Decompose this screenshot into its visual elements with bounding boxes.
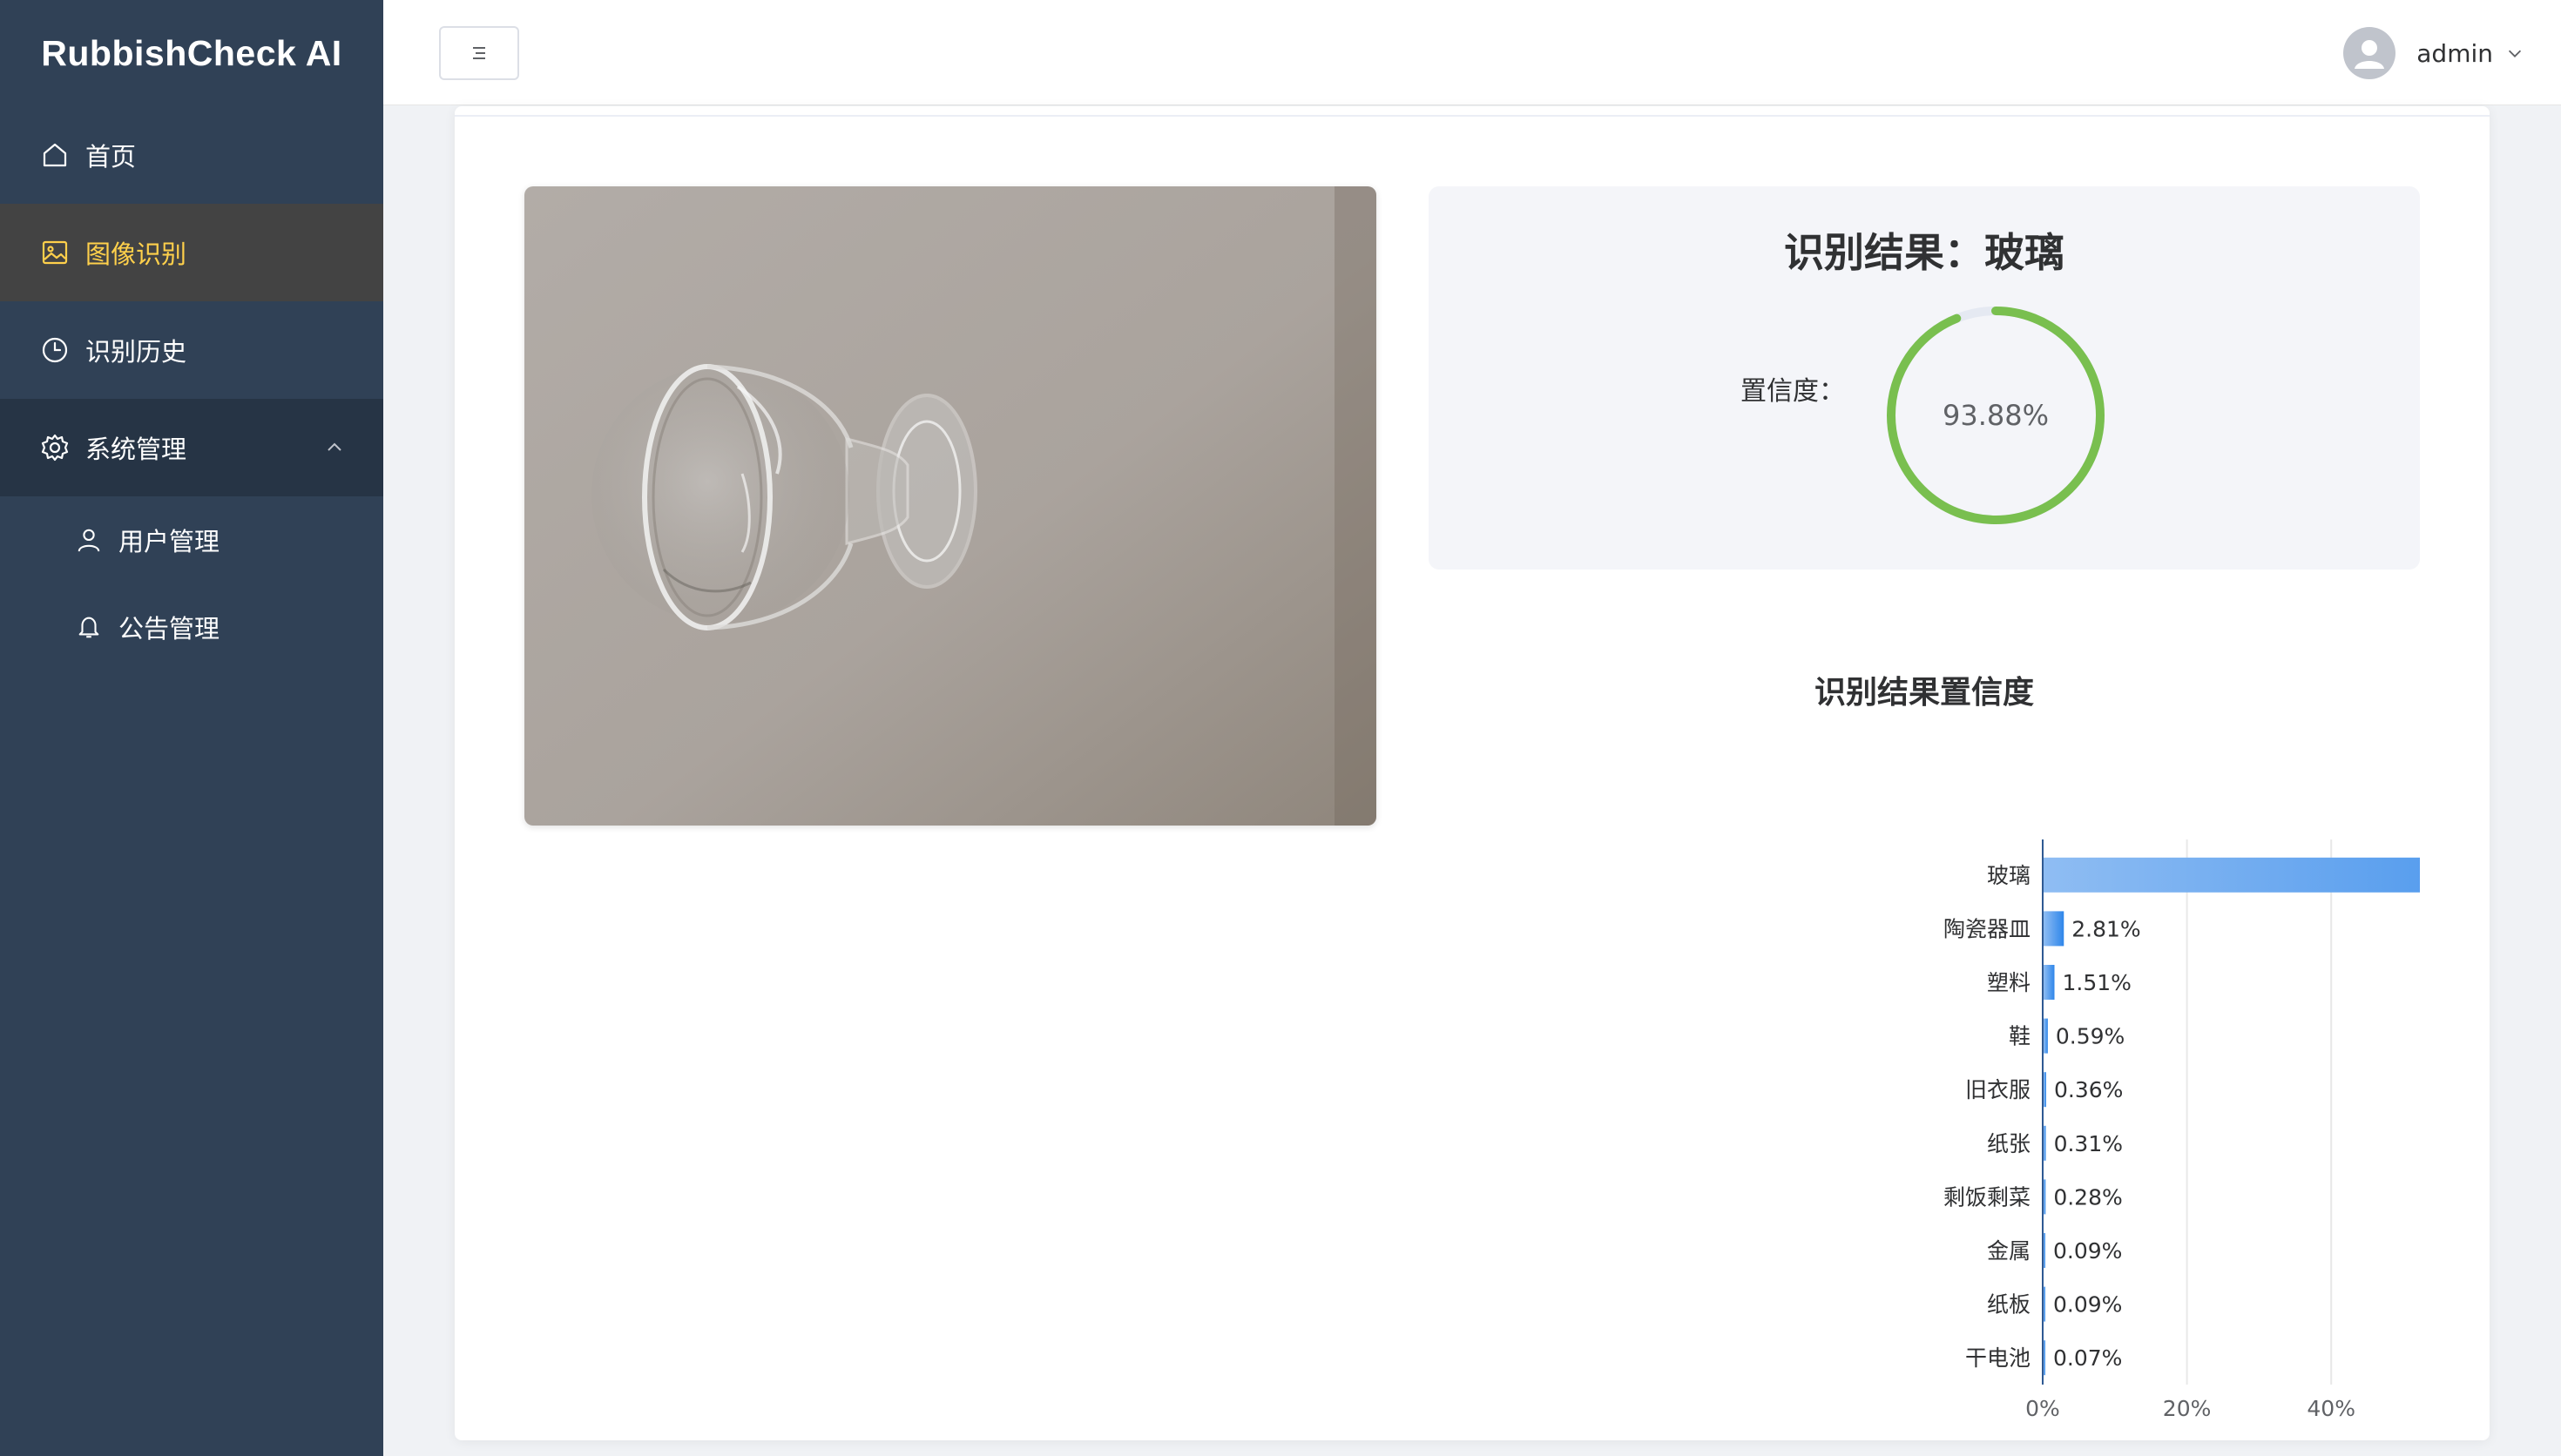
bar-value-label: 0.28% bbox=[2053, 1184, 2122, 1210]
bar bbox=[2044, 1018, 2048, 1054]
sidebar-item-announcements[interactable]: 公告管理 bbox=[0, 583, 383, 671]
bar bbox=[2044, 911, 2064, 947]
bar bbox=[2044, 965, 2055, 1000]
bell-icon bbox=[75, 613, 103, 641]
sidebar-item-label: 首页 bbox=[85, 142, 137, 172]
category-label: 金属 bbox=[1987, 1238, 2031, 1264]
category-label: 剩饭剩菜 bbox=[1943, 1184, 2031, 1210]
bar bbox=[2044, 1072, 2046, 1108]
bar bbox=[2044, 1179, 2046, 1215]
sidebar-item-history[interactable]: 识别历史 bbox=[0, 301, 383, 399]
sidebar-item-label: 用户管理 bbox=[118, 527, 220, 556]
bar bbox=[2044, 1340, 2045, 1376]
top-header: admin bbox=[383, 0, 2561, 105]
bar bbox=[2044, 857, 2420, 893]
user-icon bbox=[75, 526, 103, 554]
gear-icon bbox=[40, 433, 70, 462]
chevron-down-icon bbox=[2508, 50, 2522, 57]
bar-value-label: 0.09% bbox=[2053, 1238, 2122, 1264]
user-dropdown[interactable]: admin bbox=[2343, 26, 2524, 80]
sidebar-item-system[interactable]: 系统管理 bbox=[0, 399, 383, 496]
image-icon bbox=[40, 238, 70, 267]
chart-title: 识别结果置信度 bbox=[1814, 675, 2034, 711]
bar-value-label: 0.36% bbox=[2054, 1077, 2123, 1102]
category-label: 纸板 bbox=[1987, 1292, 2031, 1318]
bar-value-label: 0.59% bbox=[2056, 1024, 2125, 1049]
sidebar: RubbishCheck AI 首页 图像识别 识别历史 系统管理 用户管理 公… bbox=[0, 0, 383, 1456]
sidebar-item-label: 系统管理 bbox=[85, 435, 187, 464]
menu-toggle-button[interactable] bbox=[439, 26, 519, 80]
category-label: 干电池 bbox=[1965, 1345, 2031, 1371]
divider bbox=[455, 115, 2490, 117]
hamburger-icon bbox=[473, 47, 485, 59]
uploaded-image bbox=[524, 186, 1376, 826]
category-label: 塑料 bbox=[1987, 970, 2031, 995]
category-label: 鞋 bbox=[2009, 1024, 2031, 1049]
confidence-value: 93.88% bbox=[1942, 399, 2049, 432]
avatar bbox=[2343, 27, 2396, 79]
avatar-icon bbox=[2355, 40, 2385, 69]
chevron-up-icon bbox=[328, 442, 341, 451]
bar-value-label: 0.07% bbox=[2053, 1345, 2122, 1371]
category-label: 玻璃 bbox=[1987, 863, 2031, 888]
sidebar-item-users[interactable]: 用户管理 bbox=[0, 496, 383, 583]
sidebar-item-label: 识别历史 bbox=[85, 337, 187, 367]
recognition-card: 识别结果：玻璃 置信度： 93.88% 识别结果置信度 0%20%40%60%8… bbox=[455, 106, 2490, 1440]
x-tick-label: 0% bbox=[2025, 1396, 2060, 1421]
bar bbox=[2044, 1125, 2046, 1161]
confidence-bar-chart: 0%20%40%60%80%100%玻璃93.88%陶瓷器皿2.81%塑料1.5… bbox=[1943, 839, 2420, 1421]
sidebar-item-image-recognition[interactable]: 图像识别 bbox=[0, 204, 383, 301]
result-panel: 识别结果：玻璃 置信度： 93.88% bbox=[1429, 186, 2420, 570]
category-label: 陶瓷器皿 bbox=[1943, 916, 2031, 941]
sidebar-item-label: 图像识别 bbox=[85, 239, 187, 269]
category-label: 纸张 bbox=[1987, 1131, 2031, 1156]
clock-icon bbox=[40, 335, 70, 365]
username: admin bbox=[2416, 38, 2493, 68]
sidebar-item-home[interactable]: 首页 bbox=[0, 106, 383, 204]
home-icon bbox=[40, 140, 70, 170]
app-logo: RubbishCheck AI bbox=[41, 32, 342, 73]
bar bbox=[2044, 1286, 2045, 1322]
bar bbox=[2044, 1233, 2045, 1268]
result-title: 识别结果：玻璃 bbox=[1784, 229, 2064, 276]
confidence-label: 置信度： bbox=[1740, 376, 1845, 407]
bar-value-label: 2.81% bbox=[2071, 916, 2140, 941]
category-label: 旧衣服 bbox=[1965, 1077, 2031, 1102]
bar-value-label: 0.09% bbox=[2053, 1292, 2122, 1318]
bar-value-label: 1.51% bbox=[2063, 970, 2132, 995]
x-tick-label: 20% bbox=[2163, 1396, 2212, 1421]
bar-value-label: 0.31% bbox=[2054, 1131, 2123, 1156]
x-tick-label: 40% bbox=[2307, 1396, 2355, 1421]
sidebar-item-label: 公告管理 bbox=[118, 614, 220, 644]
